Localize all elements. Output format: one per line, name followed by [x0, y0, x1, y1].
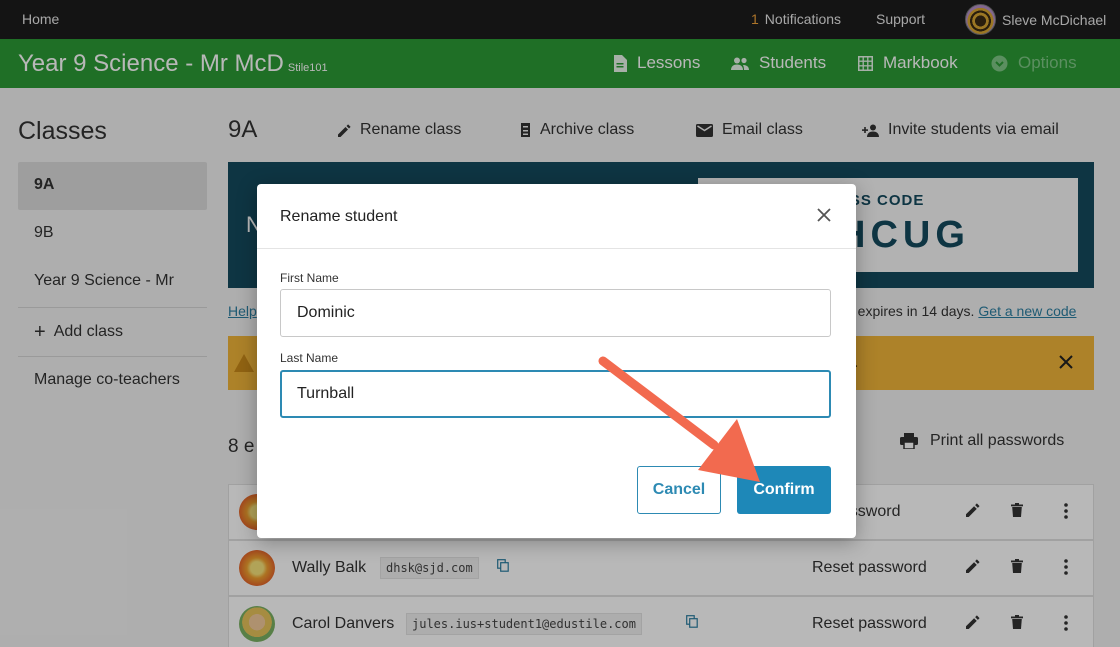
close-icon[interactable] [817, 208, 831, 222]
dialog-divider [257, 248, 856, 249]
confirm-button[interactable]: Confirm [737, 466, 831, 514]
first-name-input[interactable] [280, 289, 831, 337]
first-name-label: First Name [280, 271, 339, 285]
dialog-title: Rename student [280, 208, 398, 225]
last-name-label: Last Name [280, 351, 339, 365]
cancel-button[interactable]: Cancel [637, 466, 721, 514]
last-name-input[interactable] [280, 370, 831, 418]
rename-student-dialog: Rename student First Name Last Name Canc… [257, 184, 856, 538]
